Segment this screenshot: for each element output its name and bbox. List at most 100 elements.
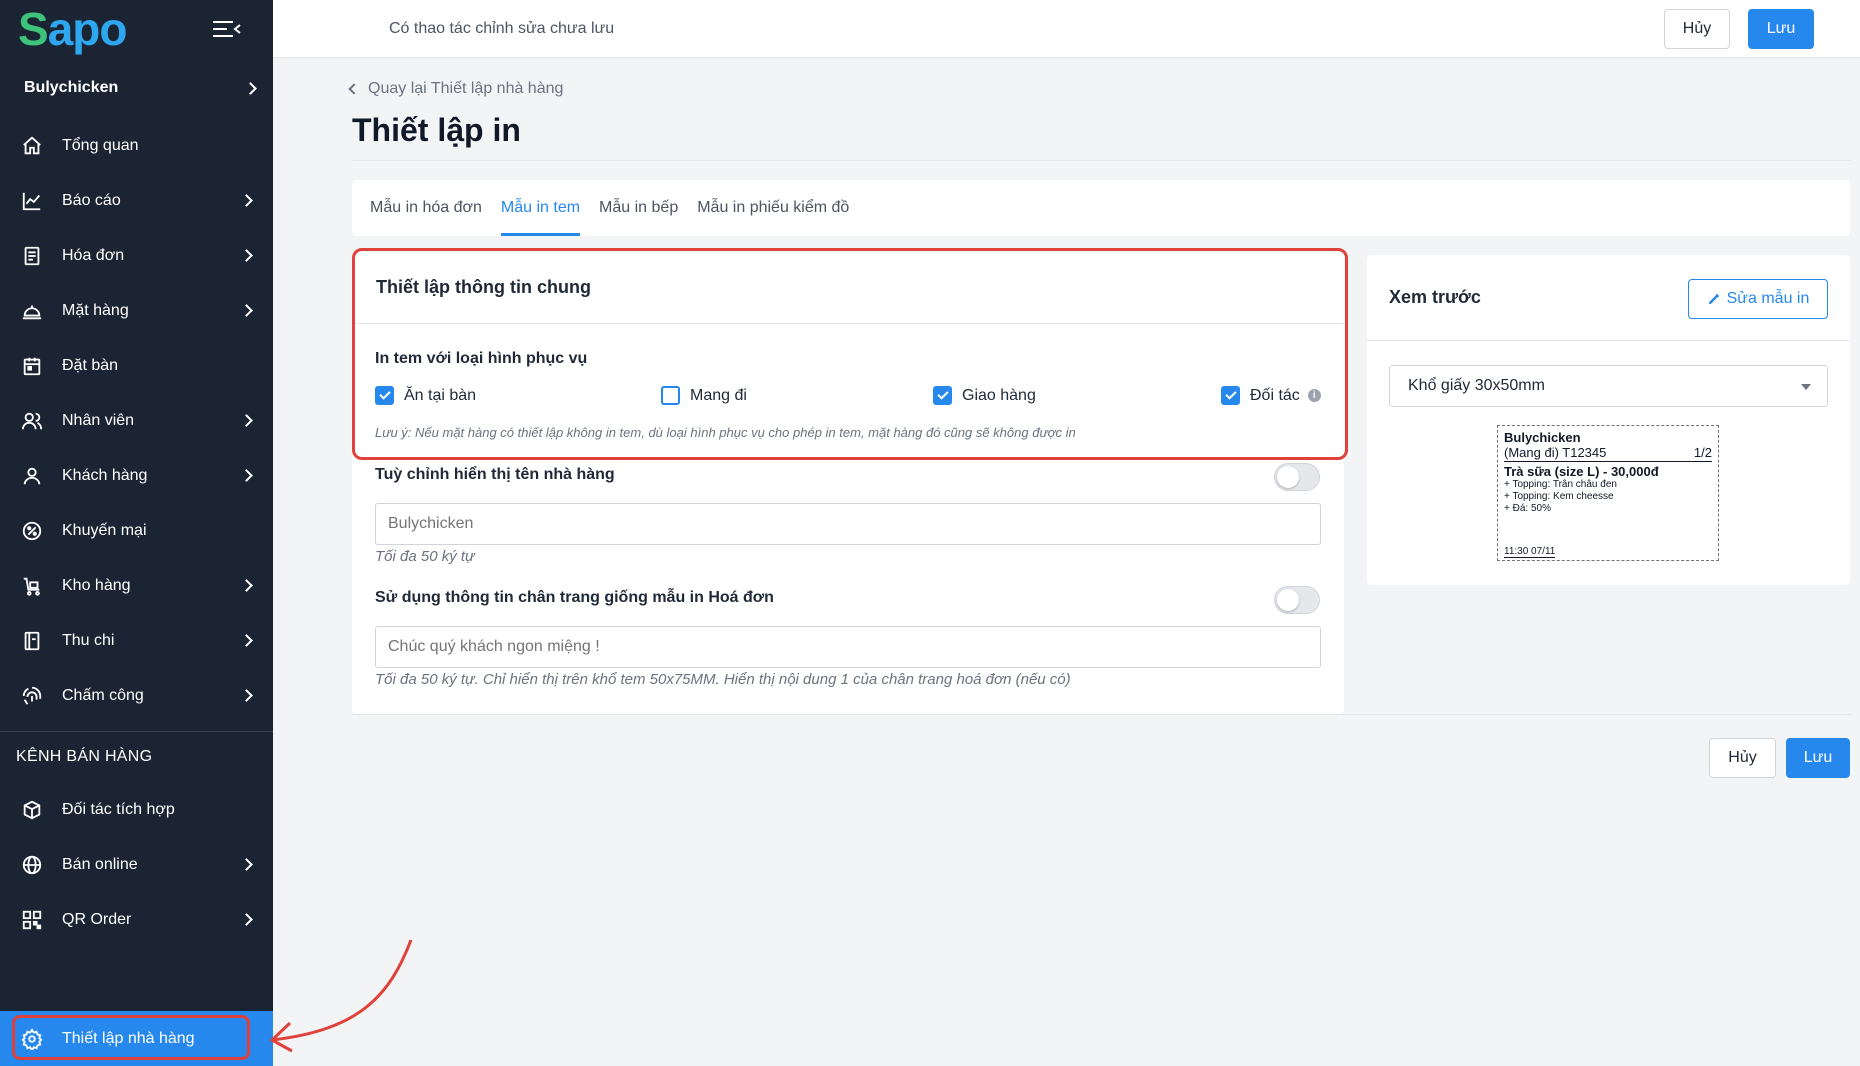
chart-icon (20, 189, 44, 213)
sidebar-item-label: QR Order (62, 910, 132, 928)
checkbox-mang-di[interactable]: Mang đi (661, 386, 747, 405)
sidebar-item-label: Bán online (62, 855, 138, 873)
footer-hint: Tối đa 50 ký tự. Chỉ hiển thị trên khổ t… (375, 671, 1071, 688)
sidebar-item-label: Khuyến mại (62, 521, 147, 539)
footer-toggle[interactable] (1274, 586, 1320, 614)
checkbox-giao-hang[interactable]: Giao hàng (933, 386, 1036, 405)
promo-icon (20, 519, 44, 543)
sidebar-item-hoa-don[interactable]: Hóa đơn (0, 228, 273, 283)
label-detail: + Topping: Kem cheesse (1504, 491, 1614, 502)
sidebar-item-nhan-vien[interactable]: Nhân viên (0, 393, 273, 448)
sidebar-item-cham-cong[interactable]: Chấm công (0, 668, 273, 723)
sidebar-item-label: Chấm công (62, 686, 144, 704)
chevron-right-icon (240, 469, 253, 482)
back-link[interactable]: Quay lại Thiết lập nhà hàng (348, 80, 564, 98)
tab-mau-in-tem[interactable]: Mẫu in tem (500, 180, 581, 236)
checkbox-label: Mang đi (690, 386, 747, 404)
sidebar-item-label: Nhân viên (62, 411, 135, 429)
chevron-right-icon (240, 249, 253, 262)
footer-input[interactable] (375, 626, 1321, 668)
unsaved-changes-message: Có thao tác chỉnh sửa chưa lưu (389, 19, 615, 37)
tab-mau-in-hoa-don[interactable]: Mẫu in hóa đơn (370, 180, 482, 236)
restaurant-name-hint: Tối đa 50 ký tự (375, 548, 475, 565)
check-icon (936, 388, 949, 400)
chevron-right-icon (240, 913, 253, 926)
tab-mau-in-bep[interactable]: Mẫu in bếp (599, 180, 678, 236)
info-icon[interactable]: i (1307, 389, 1321, 402)
bottom-save-button[interactable]: Lưu (1786, 738, 1850, 778)
chevron-right-icon (240, 414, 253, 427)
checkbox-checked[interactable] (1221, 386, 1240, 405)
sidebar-item-thu-chi[interactable]: Thu chi (0, 613, 273, 668)
checkbox-label: Giao hàng (962, 386, 1036, 404)
sidebar-item-qr-order[interactable]: QR Order (0, 892, 273, 947)
sidebar-item-label: Đặt bàn (62, 356, 119, 374)
toggle-knob (1277, 589, 1299, 611)
store-selector[interactable]: Bulychicken (0, 58, 273, 118)
sidebar: Sapo Bulychicken Tổng quan Báo cáo Hóa đ… (0, 0, 273, 1066)
sidebar-section-title: KÊNH BÁN HÀNG (16, 748, 153, 765)
divider (352, 714, 1852, 715)
boxes-icon (20, 798, 44, 822)
label-time: 11:30 07/11 (1504, 546, 1556, 558)
sidebar-item-tong-quan[interactable]: Tổng quan (0, 118, 273, 173)
fingerprint-icon (20, 684, 44, 708)
sidebar-item-khuyen-mai[interactable]: Khuyến mại (0, 503, 273, 558)
sapo-logo[interactable]: Sapo (18, 2, 127, 56)
sidebar-item-ban-online[interactable]: Bán online (0, 837, 273, 892)
cancel-button[interactable]: Hủy (1664, 9, 1730, 49)
restaurant-name-toggle[interactable] (1274, 463, 1320, 491)
user-icon (20, 464, 44, 488)
check-icon (1224, 388, 1237, 400)
checkbox-label: Ăn tại bàn (404, 386, 477, 404)
bottom-cancel-button[interactable]: Hủy (1709, 738, 1776, 778)
paper-size-value: Khổ giấy 30x50mm (1408, 377, 1545, 394)
checkbox-an-tai-ban[interactable]: Ăn tại bàn (375, 386, 476, 405)
collapse-menu-icon[interactable] (213, 20, 241, 38)
users-icon (20, 409, 44, 433)
back-link-label: Quay lại Thiết lập nhà hàng (368, 80, 564, 97)
label-page: 1/2 (1693, 445, 1712, 460)
chevron-right-icon (240, 194, 253, 207)
sidebar-item-mat-hang[interactable]: Mặt hàng (0, 283, 273, 338)
checkbox-doi-tac[interactable]: Đối tác i (1221, 386, 1321, 405)
chevron-right-icon (244, 81, 257, 95)
service-type-note: Lưu ý: Nếu mặt hàng có thiết lập không i… (375, 425, 1076, 440)
paper-size-select[interactable]: Khổ giấy 30x50mm (1389, 365, 1828, 407)
sidebar-item-doi-tac-tich-hop[interactable]: Đối tác tích hợp (0, 782, 273, 837)
sidebar-item-dat-ban[interactable]: Đặt bàn (0, 338, 273, 393)
toggle-knob (1277, 466, 1299, 488)
sidebar-item-label: Kho hàng (62, 576, 131, 594)
pencil-icon (1708, 293, 1719, 305)
tab-mau-in-phieu-kiem-do[interactable]: Mẫu in phiếu kiểm đồ (697, 180, 849, 236)
warehouse-icon (20, 574, 44, 598)
restaurant-name-input[interactable] (375, 503, 1321, 545)
dish-icon (20, 299, 44, 323)
preview-card: Xem trước Sửa mẫu in Khổ giấy 30x50mm Bu… (1367, 255, 1850, 585)
service-type-options: Ăn tại bàn Mang đi Giao hàng Đối tác i (375, 386, 1321, 410)
sidebar-item-kho-hang[interactable]: Kho hàng (0, 558, 273, 613)
calendar-icon (20, 354, 44, 378)
label-order: (Mang đi) T12345 (1504, 445, 1607, 460)
restaurant-name-toggle-label: Tuỳ chỉnh hiển thị tên nhà hàng (375, 466, 615, 483)
sidebar-item-label: Thu chi (62, 631, 115, 649)
check-icon (378, 388, 391, 400)
save-button[interactable]: Lưu (1748, 9, 1814, 49)
print-template-tabs: Mẫu in hóa đơn Mẫu in tem Mẫu in bếp Mẫu… (352, 180, 1850, 236)
qr-icon (20, 908, 44, 932)
checkbox-checked[interactable] (933, 386, 952, 405)
edit-template-button[interactable]: Sửa mẫu in (1688, 279, 1828, 319)
sidebar-item-bao-cao[interactable]: Báo cáo (0, 173, 273, 228)
logo-row: Sapo (0, 0, 273, 58)
sidebar-item-khach-hang[interactable]: Khách hàng (0, 448, 273, 503)
sidebar-item-label: Hóa đơn (62, 246, 125, 264)
label-item: Trà sữa (size L) - 30,000đ (1504, 464, 1659, 479)
annotation-arrow (269, 939, 413, 1053)
checkbox-unchecked[interactable] (661, 386, 680, 405)
edit-template-label: Sửa mẫu in (1726, 290, 1810, 307)
page-title: Thiết lập in (352, 112, 521, 148)
home-icon (20, 134, 44, 158)
checkbox-checked[interactable] (375, 386, 394, 405)
chevron-right-icon (240, 634, 253, 647)
chevron-right-icon (240, 858, 253, 871)
